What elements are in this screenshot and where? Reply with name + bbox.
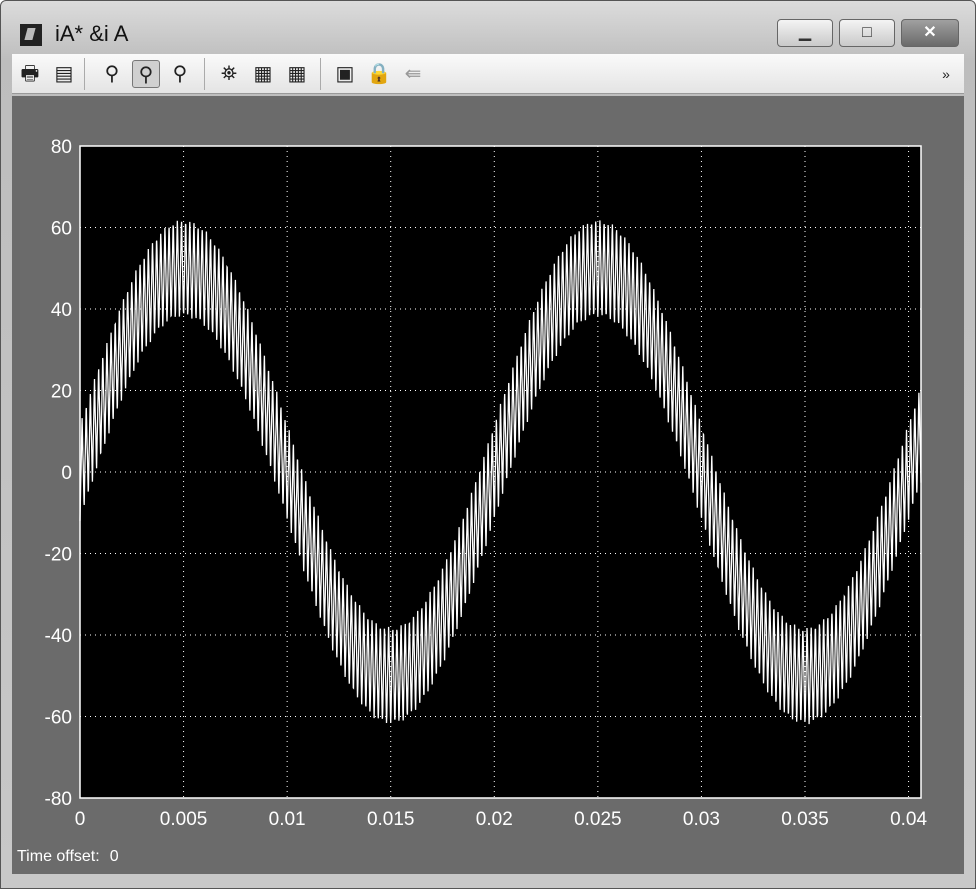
y-tick-label: 20: [51, 382, 72, 403]
scope-window: iA* &i A ▁ □ ✕ 🖶 ▤ ⚲ ⚲ ⚲ ⛯ ▦ ▦ ▣ 🔒 ⇚ » 0 0.005 0.01 0.…: [0, 0, 976, 889]
autoscale-binoculars-icon: ⛯: [221, 63, 237, 85]
print-button[interactable]: 🖶: [16, 60, 44, 88]
toolbar-separator: [84, 58, 85, 90]
print-icon: 🖶: [20, 63, 40, 85]
floating-scope-icon: ▣: [335, 63, 355, 85]
zoom-y-button[interactable]: ⚲: [166, 60, 194, 88]
save-axes-icon: ▦: [253, 63, 273, 85]
x-tick-label: 0.005: [160, 809, 208, 830]
scope-plot[interactable]: 0 0.005 0.01 0.015 0.02 0.025 0.03 0.035 0.04 80 6…: [12, 96, 964, 846]
restore-axes-icon: ▦: [287, 63, 307, 85]
autoscale-binoculars-button[interactable]: ⛯: [215, 60, 243, 88]
lock-axes-icon: 🔒: [366, 63, 392, 85]
zoom-icon: ⚲: [104, 63, 120, 85]
x-tick-label: 0: [75, 809, 86, 830]
x-tick-label: 0.02: [476, 809, 513, 830]
x-tick-label: 0.01: [269, 809, 306, 830]
y-tick-label: 0: [61, 463, 72, 484]
x-tick-label: 0.035: [781, 809, 829, 830]
time-offset-value: 0: [109, 848, 119, 865]
y-tick-label: 60: [51, 219, 72, 240]
toolbar-overflow-button[interactable]: »: [932, 60, 960, 88]
toolbar: 🖶 ▤ ⚲ ⚲ ⚲ ⛯ ▦ ▦ ▣ 🔒 ⇚ »: [12, 54, 964, 94]
save-axes-button[interactable]: ▦: [249, 60, 277, 88]
x-tick-label: 0.015: [367, 809, 415, 830]
signal-selection-icon: ⇚: [404, 63, 422, 85]
window-title: iA* &i A: [55, 21, 129, 46]
parameters-icon: ▤: [54, 63, 74, 85]
zoom-x-icon: ⚲: [138, 64, 154, 86]
maximize-button[interactable]: □: [839, 19, 895, 47]
toolbar-separator: [320, 58, 321, 90]
x-tick-label: 0.04: [890, 809, 927, 830]
parameters-button[interactable]: ▤: [50, 60, 78, 88]
y-tick-label: 80: [51, 137, 72, 158]
y-tick-label: -20: [45, 545, 72, 566]
y-tick-label: -80: [45, 789, 72, 810]
y-tick-label: -60: [45, 708, 72, 729]
y-tick-label: -40: [45, 626, 72, 647]
time-offset: Time offset: 0: [17, 848, 119, 866]
lock-axes-button[interactable]: 🔒: [365, 60, 393, 88]
close-button[interactable]: ✕: [901, 19, 959, 47]
title-bar[interactable]: iA* &i A ▁ □ ✕: [1, 1, 975, 53]
floating-scope-button[interactable]: ▣: [331, 60, 359, 88]
x-tick-label: 0.03: [683, 809, 720, 830]
signal-selection-button[interactable]: ⇚: [399, 60, 427, 88]
scope-figure: 0 0.005 0.01 0.015 0.02 0.025 0.03 0.035 0.04 80 6…: [12, 96, 964, 874]
minimize-button[interactable]: ▁: [777, 19, 833, 47]
zoom-x-button[interactable]: ⚲: [132, 60, 160, 88]
zoom-y-icon: ⚲: [172, 63, 188, 85]
toolbar-separator: [204, 58, 205, 90]
time-offset-label: Time offset:: [17, 848, 100, 865]
restore-axes-button[interactable]: ▦: [283, 60, 311, 88]
y-tick-label: 40: [51, 300, 72, 321]
x-tick-label: 0.025: [574, 809, 622, 830]
zoom-button[interactable]: ⚲: [98, 60, 126, 88]
matlab-scope-icon: [20, 24, 42, 46]
